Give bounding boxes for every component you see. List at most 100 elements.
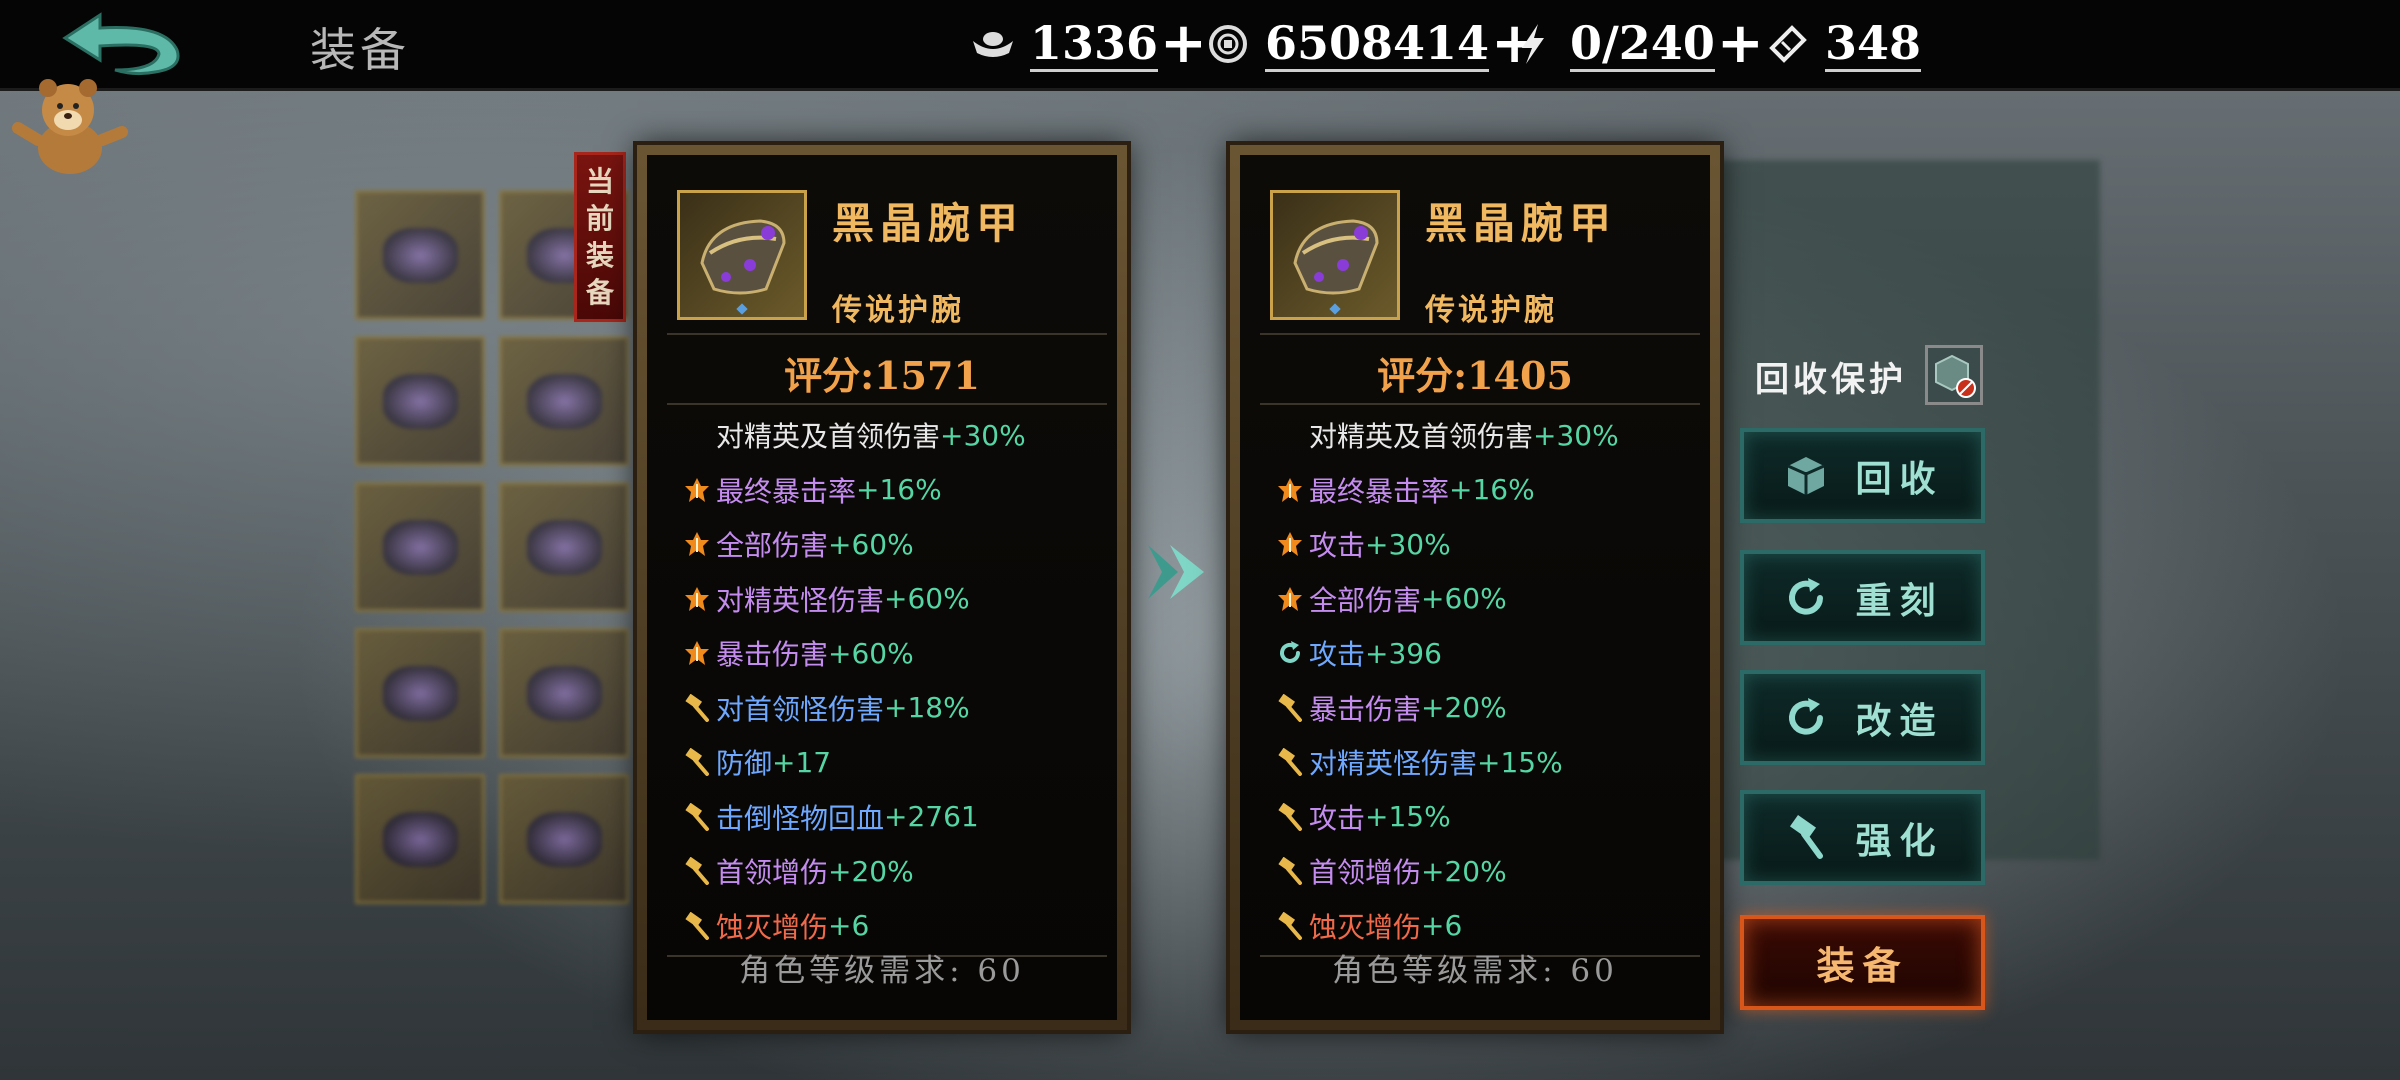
- inventory-slot[interactable]: [355, 190, 485, 320]
- stat-row: 最终暴击率 +16%: [1275, 468, 1535, 512]
- stat-label: 攻击: [1309, 638, 1366, 671]
- inventory-slot[interactable]: [499, 774, 629, 904]
- stat-bonus: +30%: [1533, 418, 1619, 452]
- stat-bonus: +6: [828, 909, 870, 942]
- stat-label: 对精英怪伤害: [1309, 747, 1478, 780]
- stat-row: 蚀灭增伤 +6: [682, 904, 869, 948]
- currency-ticket[interactable]: 348: [1765, 14, 1922, 74]
- inventory-slot[interactable]: [355, 628, 485, 758]
- stat-row: 击倒怪物回血 +2761: [682, 795, 979, 839]
- stat-row: 首领增伤 +20%: [1275, 849, 1507, 893]
- stat-bonus: +30%: [1365, 527, 1451, 561]
- currency-silver[interactable]: 1336 +: [970, 14, 1207, 74]
- stat-bonus: +6: [1421, 909, 1463, 942]
- item-name: 黑晶腕甲: [1425, 199, 1618, 248]
- stat-bonus: +16%: [856, 473, 942, 506]
- equip-button[interactable]: 装备: [1740, 915, 1985, 1010]
- stat-label: 首领增伤: [1309, 856, 1422, 889]
- stat-bonus: +20%: [828, 854, 914, 888]
- stat-label: 全部伤害: [1309, 583, 1422, 617]
- stat-bonus: +17: [772, 745, 832, 779]
- stat-label: 攻击: [1309, 801, 1366, 835]
- stat-label: 攻击: [1309, 529, 1366, 562]
- hammer-icon: [682, 802, 712, 832]
- coin-icon: [1205, 21, 1251, 67]
- stat-row: 对精英怪伤害 +15%: [1275, 740, 1563, 784]
- stat-label: 对精英怪伤害: [716, 583, 885, 617]
- hammer-icon: [1275, 911, 1305, 941]
- stat-bonus: +30%: [940, 418, 1026, 452]
- divider: [1260, 333, 1700, 335]
- stat-row: 暴击伤害 +60%: [682, 631, 914, 675]
- recycle-label: 回收: [1855, 457, 1944, 500]
- divider: [1260, 403, 1700, 405]
- cycle-icon: [1275, 638, 1305, 668]
- mascot-bear-icon[interactable]: [10, 70, 130, 180]
- orange-star-icon: [682, 475, 712, 505]
- recycle-protection-label: 回收保护: [1755, 360, 1907, 400]
- stat-bonus: +60%: [884, 582, 970, 615]
- level-requirement: 角色等级需求: 60: [739, 953, 1025, 989]
- hammer-icon: [682, 747, 712, 777]
- stat-label: 对精英及首领伤害: [1309, 420, 1534, 453]
- currency-energy[interactable]: 0/240 +: [1510, 14, 1764, 74]
- stat-bonus: +20%: [1421, 854, 1507, 888]
- inventory-slot[interactable]: [355, 336, 485, 466]
- stat-row: 对精英及首领伤害 +30%: [682, 413, 1026, 457]
- compare-arrow-icon: [1140, 535, 1215, 610]
- stat-label: 击倒怪物回血: [716, 801, 885, 835]
- reforge-label: 重刻: [1855, 579, 1944, 622]
- tag-char: 前: [585, 202, 614, 235]
- add-silver-icon[interactable]: +: [1160, 16, 1207, 72]
- stat-label: 暴击伤害: [716, 638, 829, 671]
- hammer-icon: [1275, 747, 1305, 777]
- inventory-slot[interactable]: [355, 774, 485, 904]
- stat-label: 首领增伤: [716, 856, 829, 889]
- reforge-button[interactable]: 重刻: [1740, 550, 1985, 645]
- refresh-icon: [1781, 693, 1831, 743]
- recycle-icon: [1781, 451, 1831, 501]
- protection-shield-icon: [1935, 354, 1976, 398]
- inventory-slot[interactable]: [499, 336, 629, 466]
- stat-row: 暴击伤害 +20%: [1275, 686, 1507, 730]
- current-equipment-tag: 当 前 装 备: [574, 152, 626, 322]
- energy-value: 0/240: [1570, 15, 1715, 72]
- selected-item-panel: 黑晶腕甲 传说护腕 评分:1405 对精英及首领伤害 +30% 最终暴击率 +16% 攻…: [1230, 145, 1720, 1030]
- coin-value: 6508414: [1265, 15, 1490, 72]
- stat-bonus: +2761: [884, 800, 979, 833]
- add-energy-icon[interactable]: +: [1717, 16, 1764, 72]
- orange-star-icon: [682, 638, 712, 668]
- stat-bonus: +16%: [1449, 473, 1535, 506]
- stat-row: 攻击 +15%: [1275, 795, 1451, 839]
- bracer-item-icon: [1270, 190, 1400, 320]
- stat-label: 暴击伤害: [1309, 692, 1422, 726]
- enhance-label: 强化: [1855, 819, 1944, 862]
- stat-label: 防御: [716, 747, 773, 780]
- item-type: 传说护腕: [1425, 293, 1557, 328]
- hammer-icon: [682, 856, 712, 886]
- stat-bonus: +60%: [828, 636, 914, 670]
- stat-label: 蚀灭增伤: [1309, 910, 1422, 944]
- hammer-icon: [1275, 856, 1305, 886]
- inventory-slot[interactable]: [355, 482, 485, 612]
- inventory-slot[interactable]: [499, 482, 629, 612]
- tag-char: 备: [585, 276, 614, 309]
- current-item-panel: 黑晶腕甲 传说护腕 评分:1571 对精英及首领伤害 +30% 最终暴击率 +16% 全…: [637, 145, 1127, 1030]
- modify-button[interactable]: 改造: [1740, 670, 1985, 765]
- ticket-value: 348: [1825, 15, 1922, 72]
- currency-coin[interactable]: 6508414 +: [1205, 14, 1538, 74]
- orange-star-icon: [682, 529, 712, 559]
- stat-row: 对首领怪伤害 +18%: [682, 686, 970, 730]
- top-bar: 装备 1336 + 6508414 + 0/240 + 348: [0, 0, 2400, 91]
- stat-bonus: +396: [1365, 636, 1442, 670]
- stat-bonus: +15%: [1365, 800, 1451, 833]
- stat-label: 全部伤害: [716, 529, 829, 562]
- enhance-button[interactable]: 强化: [1740, 790, 1985, 885]
- level-requirement: 角色等级需求: 60: [1332, 953, 1618, 989]
- recycle-button[interactable]: 回收: [1740, 428, 1985, 523]
- recycle-protection-toggle[interactable]: [1925, 345, 1983, 405]
- inventory-slot[interactable]: [499, 628, 629, 758]
- item-score: 评分:1405: [1377, 353, 1573, 398]
- stat-row: 全部伤害 +60%: [682, 522, 914, 566]
- hammer-icon: [1781, 813, 1831, 863]
